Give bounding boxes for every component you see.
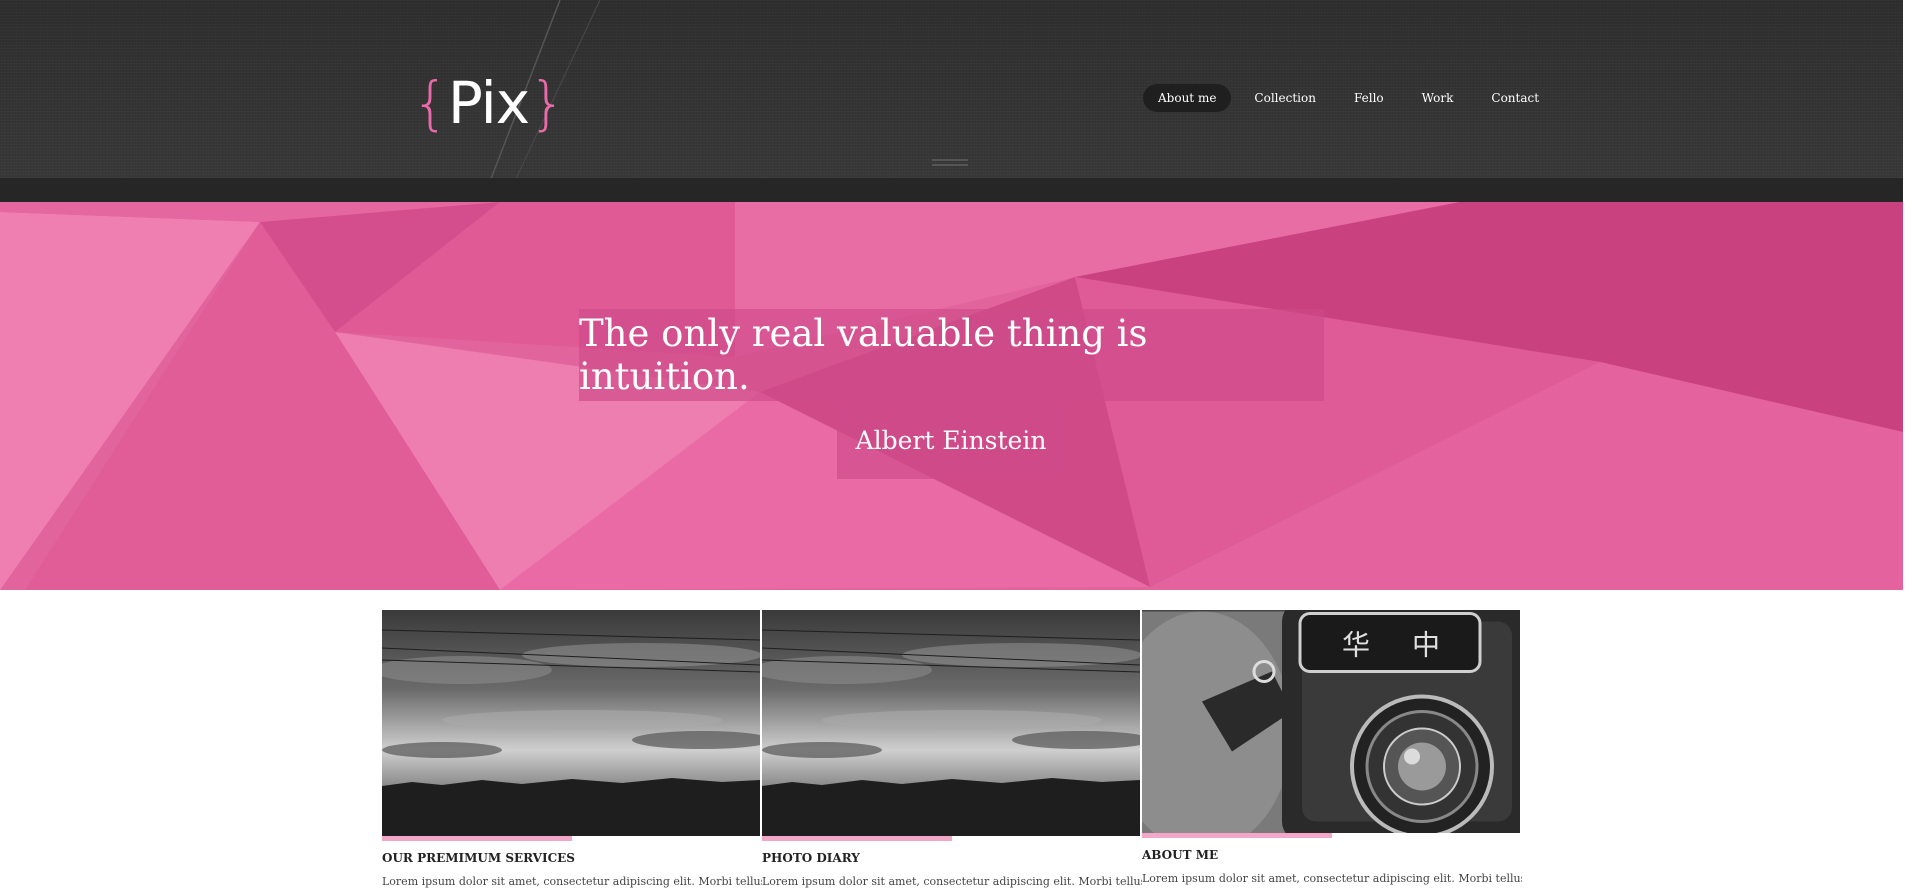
card-about-me[interactable]: 华 中 ABOUT ME Lorem ipsum dolor sit amet,… [1142, 610, 1522, 885]
card-title[interactable]: OUR PREMIMUM SERVICES [382, 851, 762, 865]
card-image-camera[interactable]: 华 中 [1142, 610, 1520, 833]
card-text: Lorem ipsum dolor sit amet, consectetur … [382, 875, 762, 888]
nav-item-collection[interactable]: Collection [1239, 84, 1331, 112]
header-decoration [481, 0, 601, 202]
header-bottom-strip [0, 178, 1903, 202]
svg-text:华: 华 [1342, 629, 1370, 662]
site-logo[interactable]: {Pix} [412, 68, 566, 138]
card-text: Lorem ipsum dolor sit amet, consectetur … [762, 875, 1142, 888]
card-services[interactable]: OUR PREMIMUM SERVICES Lorem ipsum dolor … [382, 610, 762, 888]
logo-text: Pix [447, 69, 530, 137]
nav-item-work[interactable]: Work [1407, 84, 1469, 112]
card-photo-diary[interactable]: PHOTO DIARY Lorem ipsum dolor sit amet, … [762, 610, 1142, 888]
main-nav: About me Collection Fello Work Contact [1143, 84, 1554, 112]
card-accent-bar [1142, 833, 1332, 838]
card-image-sky[interactable] [382, 610, 760, 836]
site-header: {Pix} About me Collection Fello Work Con… [0, 0, 1903, 202]
card-accent-bar [762, 836, 952, 841]
hamburger-icon[interactable] [932, 159, 968, 169]
nav-item-about-me[interactable]: About me [1143, 84, 1232, 112]
svg-text:中: 中 [1412, 629, 1440, 662]
nav-item-fello[interactable]: Fello [1339, 84, 1399, 112]
hero-quote-author: Albert Einstein [837, 401, 1065, 479]
hero-quote: The only real valuable thing is intuitio… [579, 309, 1324, 401]
card-accent-bar [382, 836, 572, 841]
card-title[interactable]: PHOTO DIARY [762, 851, 1142, 865]
card-image-sky[interactable] [762, 610, 1140, 836]
card-text: Lorem ipsum dolor sit amet, consectetur … [1142, 872, 1522, 885]
hero-banner: The only real valuable thing is intuitio… [0, 202, 1903, 590]
logo-brace-open: { [412, 69, 449, 137]
card-title[interactable]: ABOUT ME [1142, 848, 1522, 862]
nav-item-contact[interactable]: Contact [1476, 84, 1554, 112]
feature-cards: OUR PREMIMUM SERVICES Lorem ipsum dolor … [382, 610, 1522, 888]
logo-brace-close: } [529, 69, 566, 137]
